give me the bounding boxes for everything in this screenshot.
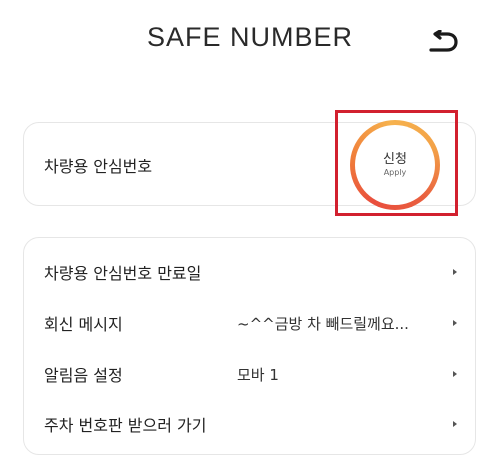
row-get-parking-plate[interactable]: 주차 번호판 받으러 가기: [24, 407, 475, 441]
chevron-right-icon: [453, 269, 457, 275]
chevron-right-icon: [453, 320, 457, 326]
row-label: 차량용 안심번호 만료일: [44, 264, 202, 283]
row-notification-sound[interactable]: 알림음 설정 모바 1: [24, 357, 475, 391]
settings-card: 차량용 안심번호 만료일 회신 메시지 ~^^금방 차 빼드릴께요... 알림음…: [23, 237, 476, 455]
apply-highlight-box: [335, 110, 458, 216]
row-value: 모바 1: [237, 365, 279, 384]
back-button[interactable]: [422, 26, 462, 58]
row-label: 알림음 설정: [44, 366, 123, 385]
row-reply-message[interactable]: 회신 메시지 ~^^금방 차 빼드릴께요...: [24, 306, 475, 340]
row-label: 주차 번호판 받으러 가기: [44, 416, 207, 435]
chevron-right-icon: [453, 371, 457, 377]
row-value: ~^^금방 차 빼드릴께요...: [237, 314, 409, 333]
row-label: 회신 메시지: [44, 315, 123, 334]
row-expiry-date[interactable]: 차량용 안심번호 만료일: [24, 255, 475, 289]
vehicle-safe-number-label: 차량용 안심번호: [44, 157, 153, 176]
back-arrow-icon: [429, 30, 458, 52]
chevron-right-icon: [453, 421, 457, 427]
